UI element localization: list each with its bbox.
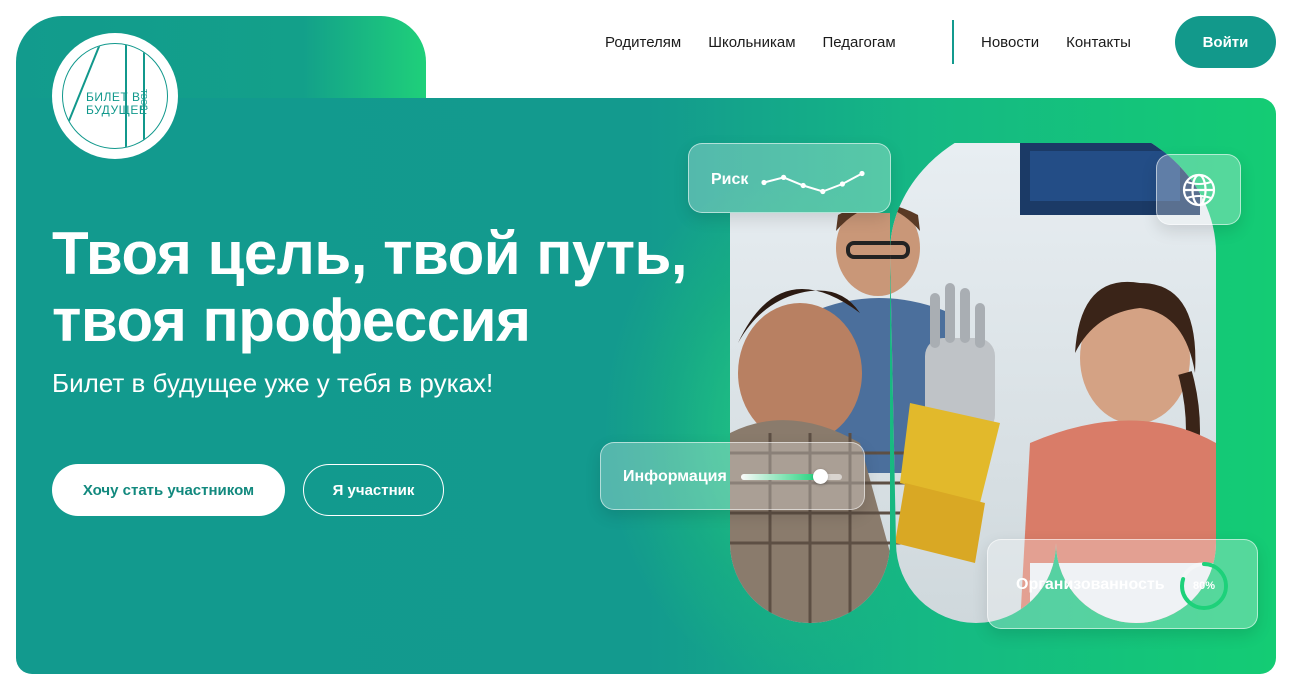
nav-link-students[interactable]: Школьникам	[708, 34, 795, 51]
logo-mark: БИЛЕТ В БУДУЩЕЕ ТВОЁ	[62, 43, 168, 149]
risk-sparkline-point	[820, 188, 826, 195]
hero-title: Твоя цель, твой путь, твоя профессия	[52, 220, 688, 354]
nav-divider	[952, 20, 954, 64]
nav-link-contacts[interactable]: Контакты	[1066, 34, 1131, 51]
info-slider[interactable]	[741, 469, 842, 484]
info-card: Информация	[600, 442, 865, 510]
info-slider-knob[interactable]	[812, 469, 828, 484]
globe-card[interactable]	[1156, 154, 1241, 225]
risk-sparkline	[761, 170, 865, 195]
logo-text-line1: БИЛЕТ В	[86, 90, 141, 104]
nav-link-teachers[interactable]: Педагогам	[823, 34, 896, 51]
organization-card: Организованность 80%	[987, 539, 1258, 629]
risk-sparkline-point	[781, 174, 787, 180]
become-participant-button[interactable]: Хочу стать участником	[52, 464, 285, 516]
risk-label: Риск	[711, 171, 749, 188]
landing-page: БИЛЕТ В БУДУЩЕЕ ТВОЁ Родителям Школьника…	[0, 0, 1294, 694]
risk-sparkline-point	[800, 182, 806, 189]
info-label: Информация	[623, 468, 727, 485]
risk-sparkline-point	[859, 170, 865, 177]
risk-sparkline-line	[763, 172, 863, 193]
organization-percent: 80%	[1192, 580, 1216, 592]
hero-title-line2: твоя профессия	[52, 287, 531, 354]
login-button[interactable]: Войти	[1175, 16, 1276, 68]
info-slider-fill	[741, 474, 820, 480]
hero-subtitle: Билет в будущее уже у тебя в руках!	[52, 368, 494, 398]
organization-label: Организованность	[1016, 576, 1165, 593]
nav-link-news[interactable]: Новости	[981, 34, 1039, 51]
risk-sparkline-point	[761, 179, 767, 186]
hero-title-line1: Твоя цель, твой путь,	[52, 220, 688, 287]
main-nav: Родителям Школьникам Педагогам	[605, 30, 923, 54]
secondary-nav: Новости Контакты	[981, 30, 1158, 54]
i-am-participant-button[interactable]: Я участник	[303, 464, 444, 516]
logo-text-line3: ТВОЁ	[139, 89, 148, 111]
risk-sparkline-point	[839, 181, 845, 187]
globe-icon	[1182, 173, 1216, 207]
site-logo[interactable]: БИЛЕТ В БУДУЩЕЕ ТВОЁ	[52, 33, 178, 159]
risk-card: Риск	[688, 143, 891, 213]
nav-link-parents[interactable]: Родителям	[605, 34, 681, 51]
